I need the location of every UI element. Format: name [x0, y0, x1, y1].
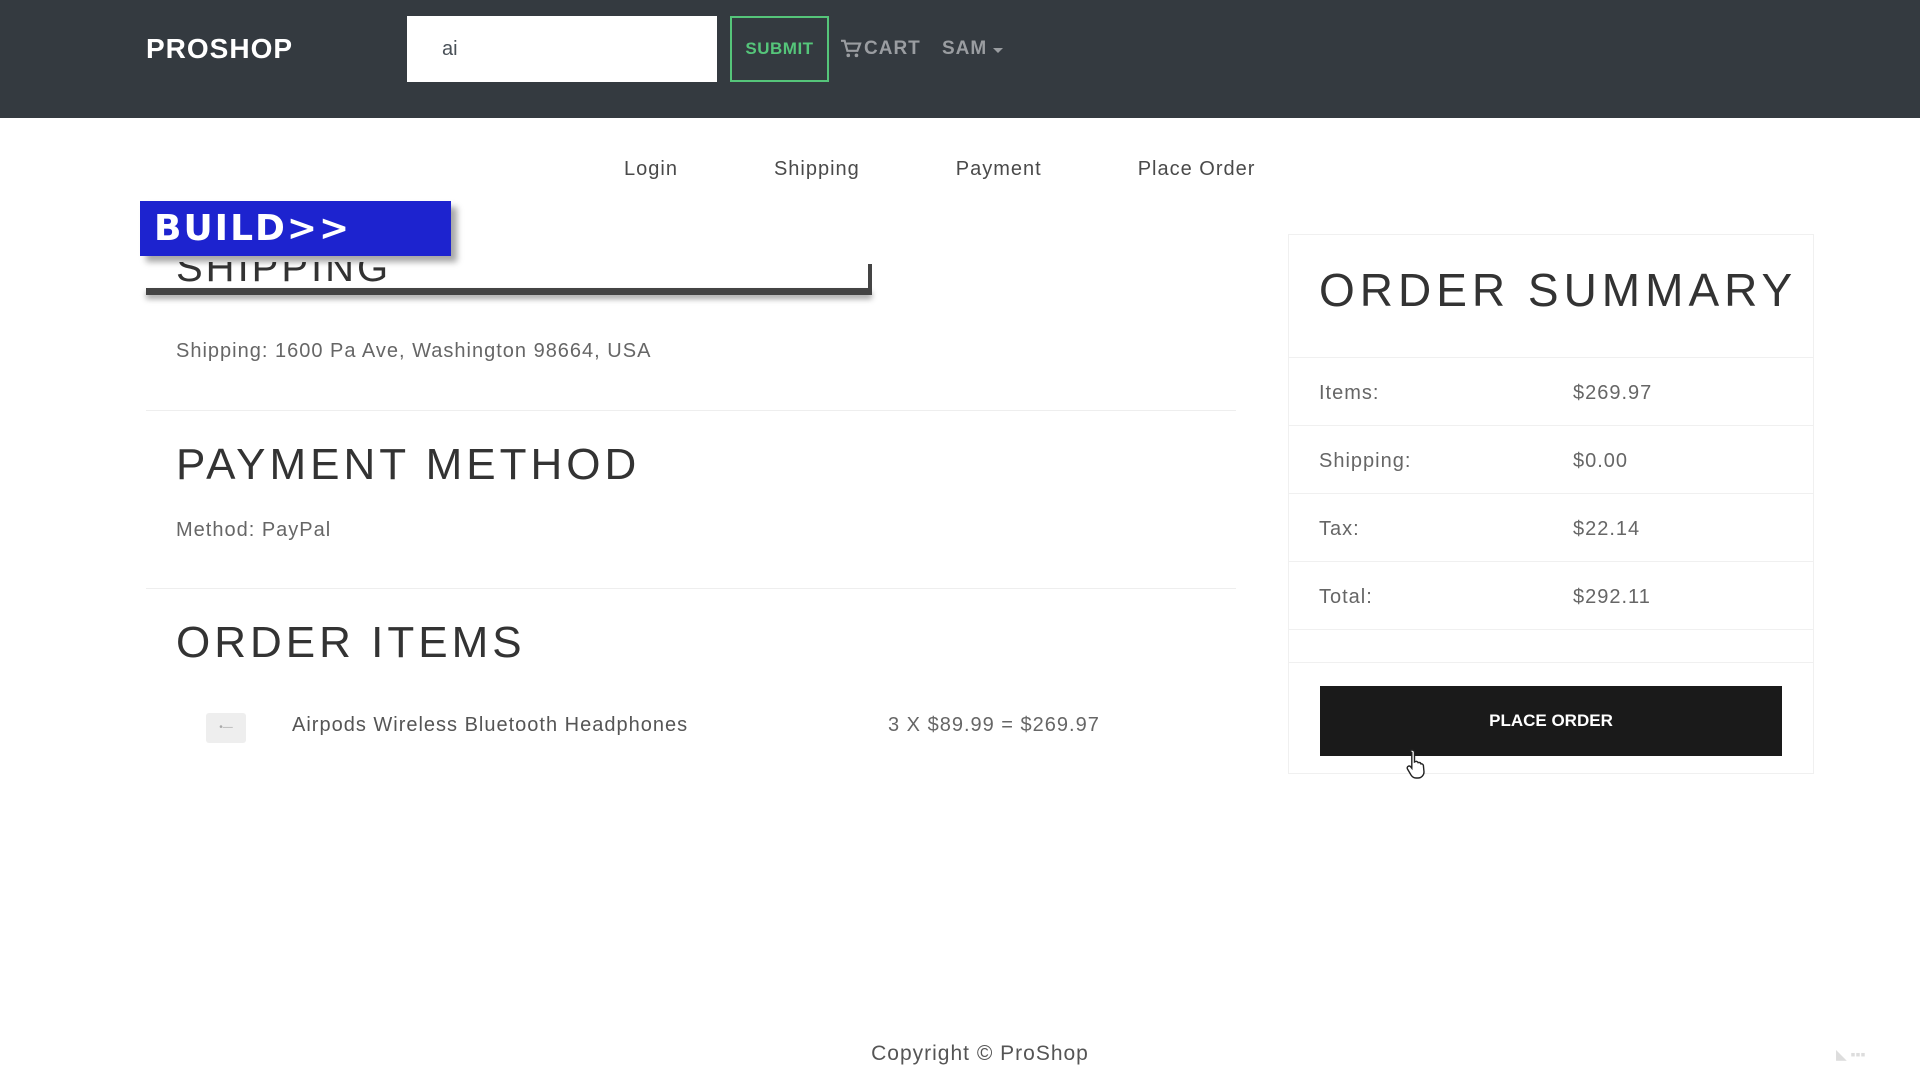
build-banner-overlay: BUILD>>: [140, 201, 451, 256]
submit-button[interactable]: SUBMIT: [730, 16, 829, 82]
order-summary-title: ORDER SUMMARY: [1319, 264, 1798, 316]
step-login[interactable]: Login: [624, 158, 678, 182]
summary-label: Total:: [1319, 586, 1373, 608]
payment-method-value: Method: PayPal: [176, 519, 332, 541]
summary-row-tax: Tax: $22.14: [1289, 493, 1813, 562]
order-item-name[interactable]: Airpods Wireless Bluetooth Headphones: [292, 714, 688, 737]
summary-value: $22.14: [1573, 518, 1641, 540]
step-place-order[interactable]: Place Order: [1138, 158, 1256, 182]
payment-method-heading: PAYMENT METHOD: [176, 440, 641, 489]
user-name: SAM: [942, 38, 988, 59]
order-item-price: 3 X $89.99 = $269.97: [888, 714, 1100, 736]
product-thumbnail[interactable]: •—: [206, 713, 246, 743]
place-order-button[interactable]: PLACE ORDER: [1320, 686, 1782, 756]
shipping-address: Shipping: 1600 Pa Ave, Washington 98664,…: [176, 340, 652, 362]
navbar: PROSHOP SUBMIT CART SAM: [0, 0, 1920, 118]
summary-value: $292.11: [1573, 586, 1651, 608]
section-divider: [146, 588, 1236, 589]
summary-label: Shipping:: [1319, 450, 1412, 472]
order-items-heading: ORDER ITEMS: [176, 618, 526, 667]
step-shipping[interactable]: Shipping: [774, 158, 860, 182]
shopping-cart-icon: [841, 39, 862, 58]
checkout-steps: Login Shipping Payment Place Order: [624, 158, 1351, 182]
shipping-heading: SHIPPING: [176, 262, 392, 288]
mouse-pointer-icon: [1406, 749, 1425, 779]
summary-row-spacer: [1289, 629, 1813, 663]
search-input[interactable]: [407, 16, 717, 82]
order-item-row: •— Airpods Wireless Bluetooth Headphones…: [206, 700, 1206, 756]
overlay-bar: [146, 288, 872, 295]
brand-logo[interactable]: PROSHOP: [146, 32, 293, 66]
step-payment[interactable]: Payment: [956, 158, 1042, 182]
summary-label: Tax:: [1319, 518, 1360, 540]
caret-down-icon: [993, 47, 1004, 53]
cart-link[interactable]: CART: [840, 36, 921, 62]
user-menu-dropdown[interactable]: SAM: [942, 36, 1004, 62]
overlay-bar-end: [868, 264, 872, 294]
summary-row-items: Items: $269.97: [1289, 357, 1813, 426]
summary-value: $0.00: [1573, 450, 1629, 472]
cart-label: CART: [864, 38, 921, 59]
section-divider: [146, 410, 1236, 411]
video-watermark: ◣ ▪▪▪: [1836, 1046, 1866, 1062]
summary-row-total: Total: $292.11: [1289, 561, 1813, 630]
summary-row-shipping: Shipping: $0.00: [1289, 425, 1813, 494]
footer-copyright: Copyright © ProShop: [871, 1042, 1089, 1065]
summary-label: Items:: [1319, 382, 1380, 404]
summary-value: $269.97: [1573, 382, 1653, 404]
